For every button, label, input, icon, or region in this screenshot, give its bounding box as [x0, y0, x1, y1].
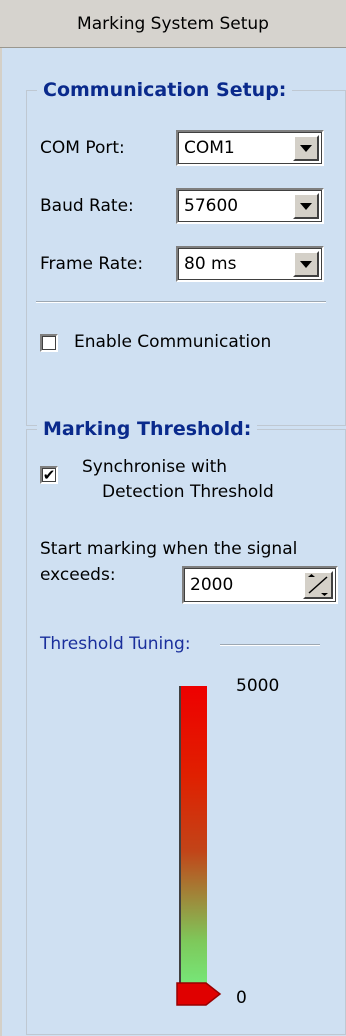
- frame-rate-label: Frame Rate:: [40, 254, 144, 274]
- enable-communication-checkbox[interactable]: [40, 334, 58, 352]
- threshold-spinner[interactable]: 2000: [182, 566, 338, 604]
- com-port-value: COM1: [184, 138, 235, 158]
- setup-panel: Communication Setup: COM Port: COM1 Baud…: [2, 48, 346, 1036]
- threshold-spinner-value: 2000: [190, 575, 234, 595]
- baud-rate-label: Baud Rate:: [40, 196, 134, 216]
- chevron-down-icon: [300, 202, 312, 210]
- synchronise-label-line1[interactable]: Synchronise with: [82, 457, 227, 477]
- chevron-down-icon: [300, 144, 312, 152]
- spinner-arrows-icon: [308, 574, 328, 596]
- scale-min-label: 0: [236, 988, 247, 1008]
- start-marking-label-line1: Start marking when the signal: [40, 539, 298, 559]
- frame-rate-select[interactable]: 80 ms: [176, 246, 324, 282]
- tuning-divider: [220, 644, 320, 646]
- frame-rate-value: 80 ms: [184, 254, 237, 274]
- window-title: Marking System Setup: [0, 0, 346, 48]
- checkmark-icon: ✔: [42, 465, 56, 484]
- baud-rate-select[interactable]: 57600: [176, 188, 324, 224]
- chevron-down-icon: [300, 260, 312, 268]
- com-port-dropdown-button[interactable]: [293, 135, 319, 161]
- com-port-label: COM Port:: [40, 138, 125, 158]
- baud-rate-value: 57600: [184, 196, 239, 216]
- enable-communication-label[interactable]: Enable Communication: [74, 332, 271, 352]
- com-port-select[interactable]: COM1: [176, 130, 324, 166]
- frame-rate-dropdown-button[interactable]: [293, 251, 319, 277]
- baud-rate-dropdown-button[interactable]: [293, 193, 319, 219]
- synchronise-label-line2[interactable]: Detection Threshold: [102, 482, 274, 502]
- communication-group-title: Communication Setup:: [37, 79, 293, 101]
- threshold-tuning-bar[interactable]: [181, 686, 207, 986]
- start-marking-label-line2: exceeds:: [40, 565, 116, 585]
- scale-max-label: 5000: [236, 676, 280, 696]
- slider-thumb-icon[interactable]: [176, 980, 222, 1008]
- threshold-tuning-label: Threshold Tuning:: [40, 634, 191, 654]
- synchronise-checkbox[interactable]: ✔: [40, 466, 58, 484]
- marking-threshold-group-title: Marking Threshold:: [37, 418, 258, 440]
- spinner-updown-button[interactable]: [303, 571, 333, 599]
- divider: [36, 301, 326, 303]
